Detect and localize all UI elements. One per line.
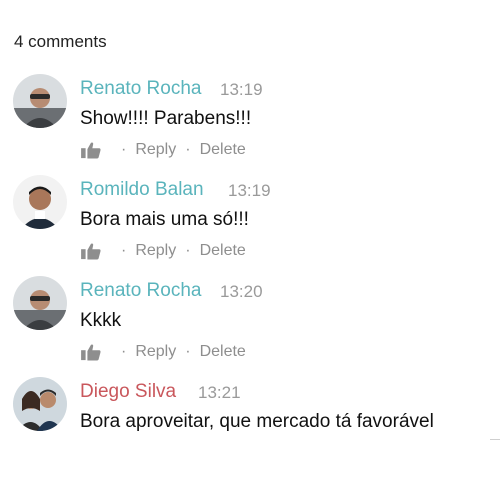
avatar[interactable]: [13, 175, 67, 229]
separator-dot: ·: [121, 141, 127, 158]
comment-actions: · Reply · Delete: [80, 343, 246, 361]
comment-actions: · Reply · Delete: [80, 242, 246, 260]
avatar[interactable]: [13, 276, 67, 330]
comments-count: 4 comments: [14, 32, 107, 51]
avatar-photo: [13, 74, 67, 128]
reply-button[interactable]: Reply: [135, 343, 176, 361]
divider: [490, 439, 500, 440]
avatar[interactable]: [13, 74, 67, 128]
comment-timestamp: 13:19: [228, 181, 271, 200]
comment-author[interactable]: Renato Rocha: [80, 78, 201, 100]
comment-author[interactable]: Romildo Balan: [80, 179, 204, 201]
comment-timestamp: 13:21: [198, 383, 241, 402]
separator-dot: ·: [185, 242, 191, 259]
comments-panel: 4 comments Renato Rocha 13:19 Show!!!! P…: [0, 0, 500, 500]
delete-button[interactable]: Delete: [200, 242, 246, 260]
avatar-photo: [13, 377, 67, 431]
comment-text: Bora aproveitar, que mercado tá favoráve…: [80, 411, 434, 432]
separator-dot: ·: [121, 343, 127, 360]
thumbs-up-icon[interactable]: [80, 141, 102, 159]
comment-text: Show!!!! Parabens!!!: [80, 108, 252, 129]
reply-button[interactable]: Reply: [135, 141, 176, 159]
separator-dot: ·: [185, 141, 191, 158]
comment-author[interactable]: Renato Rocha: [80, 280, 201, 302]
comment-actions: · Reply · Delete: [80, 141, 246, 159]
avatar[interactable]: [13, 377, 67, 431]
comment-text: Bora mais uma só!!!: [80, 209, 249, 230]
thumbs-up-icon[interactable]: [80, 343, 102, 361]
delete-button[interactable]: Delete: [200, 343, 246, 361]
comment-text: Kkkk: [80, 310, 122, 331]
separator-dot: ·: [121, 242, 127, 259]
comment-timestamp: 13:19: [220, 80, 263, 99]
thumbs-up-icon[interactable]: [80, 242, 102, 260]
comment-author[interactable]: Diego Silva: [80, 381, 176, 403]
avatar-photo: [13, 276, 67, 330]
delete-button[interactable]: Delete: [200, 141, 246, 159]
reply-button[interactable]: Reply: [135, 242, 176, 260]
comment-timestamp: 13:20: [220, 282, 263, 301]
separator-dot: ·: [185, 343, 191, 360]
avatar-photo: [13, 175, 67, 229]
